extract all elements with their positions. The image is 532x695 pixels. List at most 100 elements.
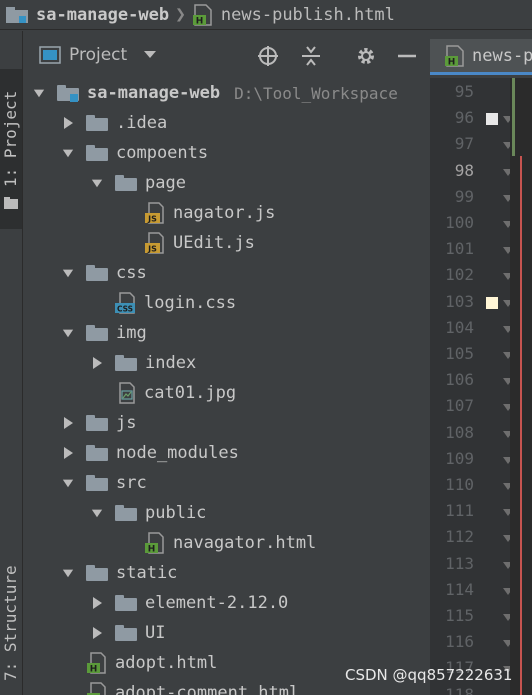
tree-row-idea[interactable]: .idea bbox=[62, 108, 167, 138]
svg-text:H: H bbox=[148, 545, 156, 555]
line-number: 112 bbox=[445, 527, 474, 547]
folder-icon bbox=[4, 197, 18, 209]
minimize-icon[interactable] bbox=[396, 45, 418, 67]
tree-row-index[interactable]: index bbox=[91, 348, 196, 378]
gear-icon[interactable] bbox=[355, 45, 377, 67]
tree-item-label: page bbox=[145, 173, 186, 193]
expand-arrow-down-icon[interactable] bbox=[91, 176, 103, 190]
fold-marker-icon[interactable] bbox=[503, 561, 510, 569]
line-number: 109 bbox=[445, 448, 474, 468]
expand-arrow-down-icon[interactable] bbox=[62, 146, 74, 160]
editor-tab[interactable]: H news-publish.html bbox=[430, 39, 532, 75]
expand-arrow-right-icon[interactable] bbox=[62, 116, 74, 130]
fold-marker-icon[interactable] bbox=[503, 247, 510, 255]
folder-icon bbox=[86, 475, 108, 491]
fold-marker-icon[interactable] bbox=[503, 168, 510, 176]
line-number: 118 bbox=[445, 684, 474, 695]
tree-row-element-2-12-0[interactable]: element-2.12.0 bbox=[91, 588, 288, 618]
breadcrumb-file[interactable]: H news-publish.html bbox=[192, 3, 395, 26]
fold-marker-icon[interactable] bbox=[503, 483, 510, 490]
fold-marker-icon[interactable] bbox=[503, 456, 510, 464]
breadcrumb-project[interactable]: sa-manage-web bbox=[6, 5, 169, 25]
collapse-all-icon[interactable] bbox=[300, 45, 322, 67]
line-number: 103 bbox=[445, 291, 474, 311]
line-number: 113 bbox=[445, 553, 474, 573]
html-file-icon: H bbox=[445, 44, 464, 67]
folder-icon bbox=[115, 625, 137, 641]
folder-icon bbox=[115, 595, 137, 611]
fold-marker-icon[interactable] bbox=[503, 614, 510, 621]
expand-arrow-down-icon[interactable] bbox=[91, 506, 103, 520]
tree-row-static[interactable]: static bbox=[62, 558, 177, 588]
project-panel-title: Project bbox=[69, 45, 128, 65]
expand-arrow-down-icon[interactable] bbox=[62, 566, 74, 580]
change-marker bbox=[512, 78, 515, 156]
tree-row-navagator-html[interactable]: Hnavagator.html bbox=[120, 528, 316, 558]
project-view-icon bbox=[39, 46, 61, 64]
watermark: CSDN @qq857222631 bbox=[345, 666, 513, 684]
fold-marker-icon[interactable] bbox=[503, 325, 510, 333]
tree-row-src[interactable]: src bbox=[62, 468, 147, 498]
tree-item-label: node_modules bbox=[116, 443, 239, 463]
tree-row-cat01-jpg[interactable]: cat01.jpg bbox=[91, 378, 236, 408]
target-icon[interactable] bbox=[257, 45, 279, 67]
structure-tool-button[interactable]: 7: Structure bbox=[0, 551, 22, 691]
project-view-selector[interactable]: Project bbox=[39, 45, 157, 65]
structure-tool-label: 7: Structure bbox=[1, 565, 20, 681]
fold-marker-icon[interactable] bbox=[503, 221, 510, 228]
bookmark-icon[interactable] bbox=[486, 113, 498, 126]
fold-marker-icon[interactable] bbox=[503, 142, 510, 150]
tree-row-css[interactable]: css bbox=[62, 258, 147, 288]
tree-row-adopt-comment-html[interactable]: Hadopt-comment.html bbox=[62, 678, 299, 695]
tree-row-js[interactable]: js bbox=[62, 408, 136, 438]
fold-marker-icon[interactable] bbox=[503, 404, 510, 412]
html-file-icon: H bbox=[86, 652, 108, 675]
fold-marker-icon[interactable] bbox=[503, 378, 510, 386]
project-tool-button[interactable]: 1: Project bbox=[0, 69, 22, 229]
tree-row-node-modules[interactable]: node_modules bbox=[62, 438, 239, 468]
expand-arrow-down-icon[interactable] bbox=[33, 86, 45, 100]
code-area[interactable] bbox=[510, 78, 532, 695]
tree-item-label: cat01.jpg bbox=[144, 383, 237, 403]
tree-row-sa-manage-web[interactable]: sa-manage-web D:\Tool_Workspace bbox=[33, 78, 398, 108]
expand-arrow-down-icon[interactable] bbox=[62, 326, 74, 340]
tree-row-login-css[interactable]: CSS login.css bbox=[91, 288, 236, 318]
tree-row-compoents[interactable]: compoents bbox=[62, 138, 208, 168]
expand-arrow-right-icon[interactable] bbox=[91, 356, 103, 370]
expand-arrow-down-icon[interactable] bbox=[62, 266, 74, 280]
fold-marker-icon[interactable] bbox=[503, 509, 510, 517]
tree-row-nagator-js[interactable]: JS nagator.js bbox=[120, 198, 275, 228]
fold-marker-icon[interactable] bbox=[503, 273, 510, 281]
html-file-icon: H bbox=[86, 682, 108, 695]
fold-marker-icon[interactable] bbox=[503, 430, 510, 438]
tree-row-public[interactable]: public bbox=[91, 498, 206, 528]
fold-marker-icon[interactable] bbox=[503, 587, 510, 595]
fold-marker-icon[interactable] bbox=[503, 352, 510, 359]
svg-text:H: H bbox=[90, 665, 98, 675]
svg-text:CSS: CSS bbox=[117, 305, 133, 314]
tree-row-img[interactable]: img bbox=[62, 318, 147, 348]
project-tool-label: 1: Project bbox=[1, 90, 20, 187]
editor-tab-label: news-publish.html bbox=[472, 45, 532, 66]
tree-row-page[interactable]: page bbox=[91, 168, 186, 198]
module-folder-icon bbox=[57, 85, 79, 102]
tree-row-ui[interactable]: UI bbox=[91, 618, 165, 648]
folder-icon bbox=[115, 505, 137, 521]
expand-arrow-right-icon[interactable] bbox=[91, 626, 103, 640]
fold-marker-icon[interactable] bbox=[503, 535, 510, 543]
folder-icon bbox=[115, 175, 137, 191]
folder-icon bbox=[86, 565, 108, 581]
fold-marker-icon[interactable] bbox=[503, 640, 510, 648]
expand-arrow-down-icon[interactable] bbox=[62, 476, 74, 490]
tree-row-adopt-html[interactable]: Hadopt.html bbox=[62, 648, 217, 678]
fold-marker-icon[interactable] bbox=[503, 194, 510, 202]
fold-marker-icon[interactable] bbox=[503, 116, 510, 124]
expand-arrow-right-icon[interactable] bbox=[91, 596, 103, 610]
line-number: 114 bbox=[445, 579, 474, 599]
fold-marker-icon[interactable] bbox=[503, 299, 510, 307]
tree-row-uedit-js[interactable]: JS UEdit.js bbox=[120, 228, 255, 258]
expand-arrow-right-icon[interactable] bbox=[62, 416, 74, 430]
expand-arrow-right-icon[interactable] bbox=[62, 446, 74, 460]
bookmark-icon[interactable] bbox=[486, 296, 498, 309]
line-number: 100 bbox=[445, 213, 474, 232]
